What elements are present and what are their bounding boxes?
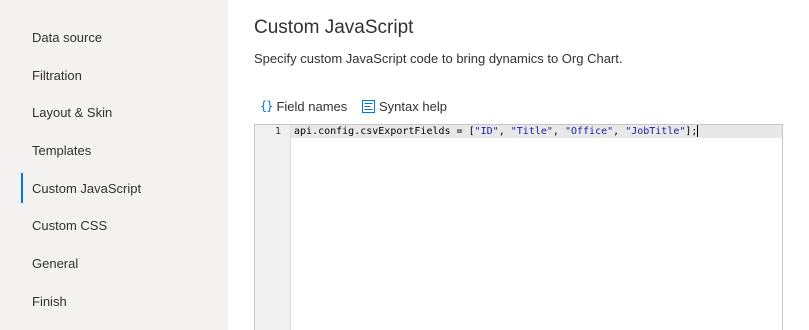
line-number: 1	[274, 126, 281, 137]
code-suffix: ];	[685, 126, 698, 137]
code-separator: ,	[552, 126, 565, 137]
syntax-help-icon	[362, 99, 375, 113]
code-string: "Title"	[510, 126, 553, 137]
page-description: Specify custom JavaScript code to bring …	[254, 51, 623, 66]
sidebar-item-custom-javascript[interactable]: Custom JavaScript	[21, 173, 228, 203]
text-cursor	[697, 125, 699, 137]
sidebar-nav: Data source Filtration Layout & Skin Tem…	[0, 0, 228, 330]
code-line[interactable]: api.config.csvExportFields = ["ID", "Tit…	[294, 125, 699, 138]
app-root: Data source Filtration Layout & Skin Tem…	[0, 0, 809, 330]
code-separator: ,	[613, 126, 626, 137]
code-string: "Office"	[564, 126, 614, 137]
sidebar-item-general[interactable]: General	[21, 248, 228, 278]
field-names-label: Field names	[276, 98, 348, 114]
main-content: Custom JavaScript Specify custom JavaScr…	[228, 0, 809, 330]
sidebar-item-templates[interactable]: Templates	[21, 135, 228, 165]
page-title: Custom JavaScript	[254, 17, 414, 38]
code-prefix: api.config.csvExportFields = [	[294, 126, 475, 137]
sidebar-item-custom-css[interactable]: Custom CSS	[21, 210, 228, 240]
sidebar-item-finish[interactable]: Finish	[21, 286, 228, 316]
code-string: "JobTitle"	[625, 126, 686, 137]
code-separator: ,	[498, 126, 511, 137]
field-names-button[interactable]: {} Field names	[260, 96, 347, 116]
editor-gutter: 1	[255, 125, 291, 330]
sidebar-item-filtration[interactable]: Filtration	[21, 60, 228, 90]
syntax-help-label: Syntax help	[379, 98, 447, 114]
syntax-help-button[interactable]: Syntax help	[362, 96, 447, 116]
code-string: "ID"	[474, 126, 499, 137]
code-editor[interactable]: 1 api.config.csvExportFields = ["ID", "T…	[254, 124, 783, 330]
sidebar-item-layout-skin[interactable]: Layout & Skin	[21, 97, 228, 127]
sidebar-item-data-source[interactable]: Data source	[21, 22, 228, 52]
braces-icon: {}	[260, 99, 273, 113]
